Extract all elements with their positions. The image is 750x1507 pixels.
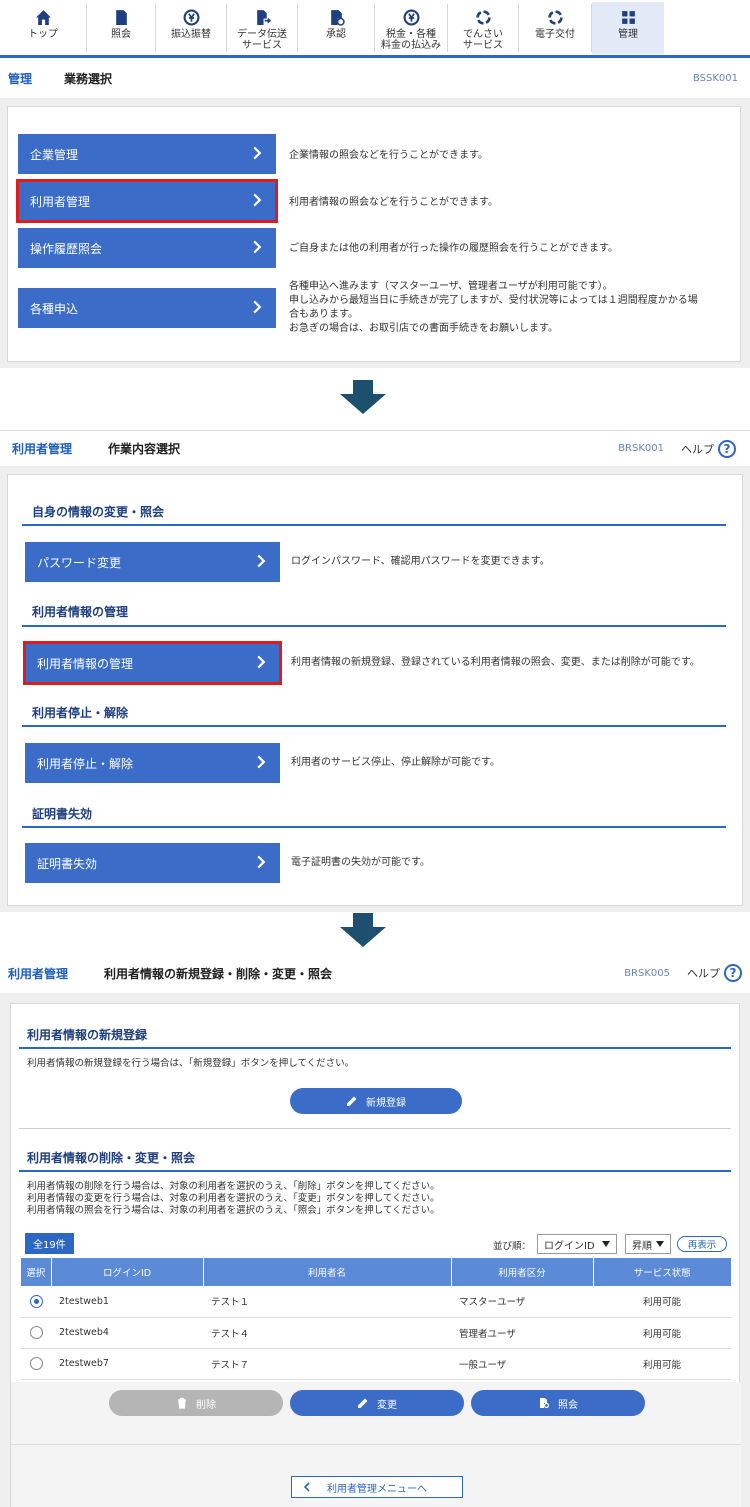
menu-button-company-admin[interactable]: 企業管理 [18, 134, 276, 174]
arrow-down-icon [340, 913, 386, 947]
sort-order-select[interactable]: 昇順 [625, 1234, 671, 1254]
select-radio[interactable] [29, 1357, 43, 1370]
menu-button-password-change[interactable]: パスワード変更 [25, 542, 280, 582]
breadcrumb: 利用者管理 [8, 966, 69, 981]
data-transfer-icon [251, 7, 273, 27]
yen-payment-icon [400, 7, 422, 27]
breadcrumb: 管理 [8, 71, 33, 86]
nav-item-approve[interactable]: 承認 [298, 2, 374, 54]
screen-code: BRSK005 [624, 967, 670, 979]
menu-button-certificate-revoke[interactable]: 証明書失効 [25, 843, 280, 883]
nav-item-data-transfer[interactable]: データ伝送 サービス [227, 2, 297, 54]
nav-item-electronic-delivery[interactable]: 電子交付 [519, 2, 591, 54]
redisplay-button[interactable]: 再表示 [677, 1236, 727, 1252]
nav-item-inquiry[interactable]: 照会 [87, 2, 155, 54]
delete-button[interactable]: 削除 [109, 1390, 283, 1416]
global-nav: トップ 照会 振込振替 データ伝送 サービス 承認 税金・各種 料金の払込み で… [0, 0, 750, 58]
screen3-titlebar: 利用者管理 利用者情報の新規登録・削除・変更・照会 BRSK005 ヘルプ ? [0, 955, 750, 991]
screen2-panel: 自身の情報の変更・照会 パスワード変更 ログインパスワード、確認用パスワードを変… [7, 474, 743, 906]
screen3-panel: 利用者情報の新規登録 利用者情報の新規登録を行う場合は、「新規登録」ボタンを押し… [10, 1003, 741, 1507]
help-link[interactable]: ヘルプ ? [681, 439, 736, 458]
section-heading: 自身の情報の変更・照会 [32, 505, 165, 519]
home-icon [32, 7, 54, 27]
section-heading: 利用者情報の管理 [32, 605, 129, 619]
admin-icon [617, 7, 639, 27]
menu-button-user-suspend[interactable]: 利用者停止・解除 [25, 743, 280, 783]
chevron-right-icon [253, 193, 262, 207]
trash-icon [178, 1397, 186, 1409]
arrow-down-icon [340, 380, 386, 414]
screen-code: BSSK001 [692, 72, 738, 84]
screen-code: BRSK001 [618, 443, 664, 454]
view-button[interactable]: 照会 [471, 1390, 645, 1416]
result-count-badge: 全19件 [25, 1233, 74, 1254]
new-register-button[interactable]: 新規登録 [290, 1088, 462, 1114]
pencil-icon [358, 1398, 368, 1408]
chevron-right-icon [257, 554, 266, 568]
section-heading: 利用者情報の削除・変更・照会 [27, 1151, 196, 1165]
chevron-right-icon [253, 146, 262, 160]
nav-item-admin[interactable]: 管理 [592, 2, 664, 54]
page-title: 作業内容選択 [108, 442, 181, 456]
table-row[interactable]: 2testweb1 テスト１ マスターユーザ 利用可能 [21, 1286, 731, 1318]
screen1-titlebar: 管理 業務選択 BSSK001 [0, 60, 750, 96]
yen-transfer-icon [180, 7, 202, 27]
document-search-icon [540, 1398, 550, 1409]
nav-item-tax-payment[interactable]: 税金・各種 料金の払込み [375, 2, 447, 54]
help-link[interactable]: ヘルプ ? [687, 964, 742, 982]
section-heading: 利用者停止・解除 [32, 706, 129, 720]
help-icon: ? [724, 964, 742, 982]
electronic-delivery-icon [544, 7, 566, 27]
change-button[interactable]: 変更 [290, 1390, 464, 1416]
chevron-right-icon [257, 655, 266, 669]
densai-icon [472, 7, 494, 27]
divider [19, 1128, 731, 1129]
sort-key-select[interactable]: ログインID [537, 1234, 617, 1254]
nav-item-top[interactable]: トップ [0, 2, 86, 54]
table-row[interactable]: 2testweb7 テスト７ 一般ユーザ 利用可能 [21, 1348, 731, 1380]
pencil-icon [347, 1096, 357, 1106]
table-row[interactable]: 2testweb4 テスト４ 管理者ユーザ 利用可能 [21, 1317, 731, 1349]
menu-button-applications[interactable]: 各種申込 [18, 288, 276, 328]
nav-item-transfer[interactable]: 振込振替 [156, 2, 226, 54]
document-icon [110, 7, 132, 27]
screen1-panel: 企業管理 企業情報の照会などを行うことができます。 利用者管理 利用者情報の照会… [7, 106, 741, 362]
page-title: 業務選択 [64, 71, 113, 86]
chevron-left-icon [303, 1482, 310, 1492]
chevron-right-icon [253, 300, 262, 314]
divider [11, 1444, 741, 1445]
table-header-row: 選択 ログインID 利用者名 利用者区分 サービス状態 [21, 1258, 731, 1286]
select-radio[interactable] [29, 1294, 43, 1308]
back-to-user-menu-button[interactable]: 利用者管理メニューへ [291, 1476, 463, 1498]
breadcrumb: 利用者管理 [12, 442, 73, 456]
chevron-right-icon [257, 755, 266, 769]
section-heading: 証明書失効 [32, 807, 93, 821]
caret-down-icon [656, 1241, 664, 1247]
caret-down-icon [602, 1241, 610, 1247]
chevron-right-icon [257, 855, 266, 869]
approve-icon [325, 7, 347, 27]
page-title: 利用者情報の新規登録・削除・変更・照会 [104, 966, 333, 981]
menu-button-user-info-admin[interactable]: 利用者情報の管理 [23, 641, 282, 685]
nav-item-densai[interactable]: でんさい サービス [448, 2, 518, 54]
screen2-titlebar: 利用者管理 作業内容選択 BRSK001 ヘルプ ? [0, 430, 750, 466]
user-list-table: 選択 ログインID 利用者名 利用者区分 サービス状態 2testweb1 テス… [21, 1258, 731, 1380]
chevron-right-icon [253, 240, 262, 254]
section-heading: 利用者情報の新規登録 [27, 1028, 148, 1042]
menu-button-operation-history[interactable]: 操作履歴照会 [18, 228, 276, 268]
select-radio[interactable] [29, 1326, 43, 1339]
help-icon: ? [718, 439, 736, 458]
menu-button-user-admin[interactable]: 利用者管理 [16, 179, 278, 223]
